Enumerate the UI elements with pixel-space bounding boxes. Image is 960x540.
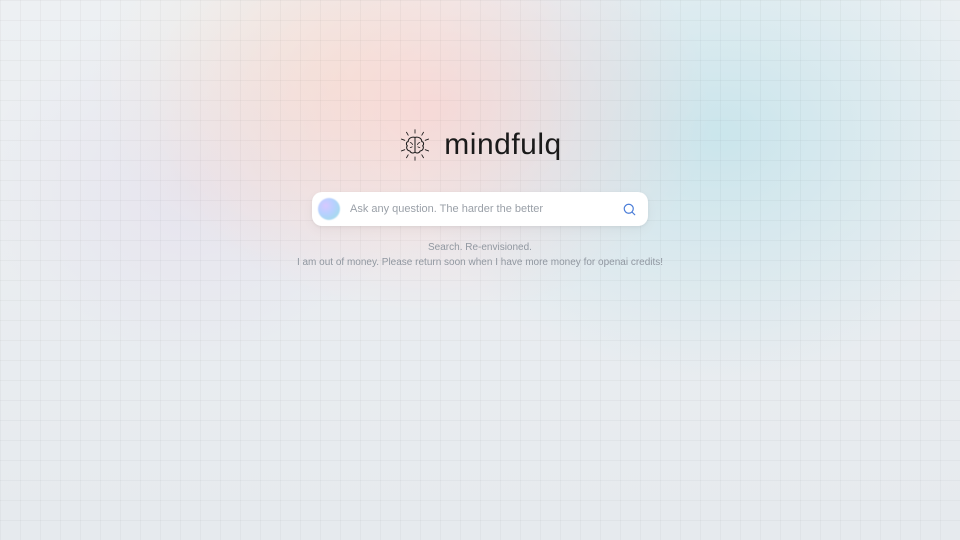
- main-container: mindfulq Search. Re-envisioned. I am out…: [0, 0, 960, 540]
- tagline: Search. Re-envisioned. I am out of money…: [297, 240, 663, 270]
- tagline-line-2: I am out of money. Please return soon wh…: [297, 255, 663, 270]
- search-bar[interactable]: [312, 192, 648, 226]
- search-input[interactable]: [350, 203, 610, 215]
- search-button[interactable]: [620, 200, 638, 218]
- tagline-line-1: Search. Re-envisioned.: [297, 240, 663, 255]
- orb-icon: [318, 198, 340, 220]
- brain-icon: [398, 128, 432, 162]
- brand-wordmark: mindfulq: [444, 128, 561, 162]
- search-icon: [622, 202, 637, 217]
- logo: mindfulq: [398, 128, 561, 162]
